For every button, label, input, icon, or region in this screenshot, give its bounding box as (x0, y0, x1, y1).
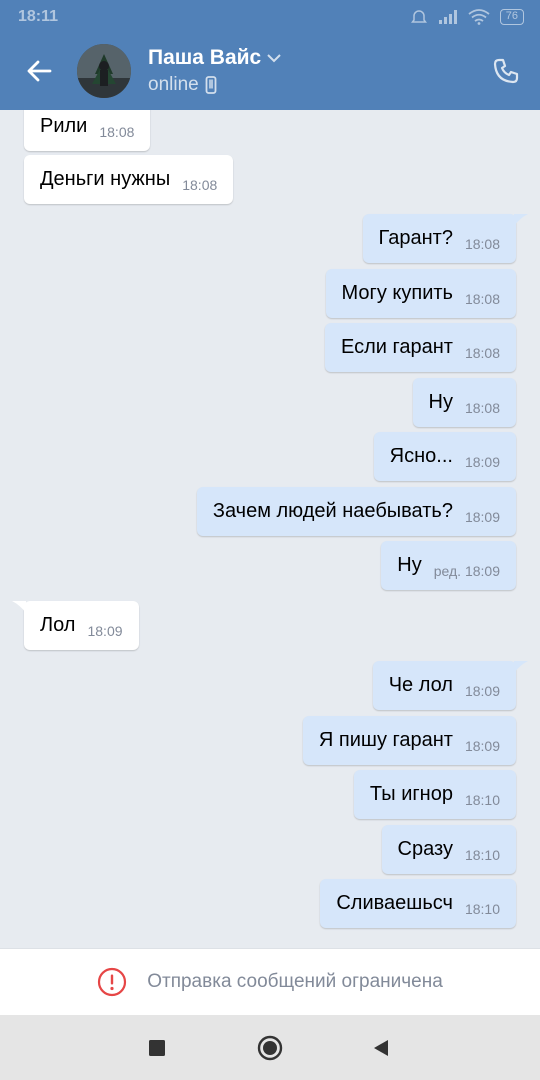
battery-indicator: 76 (499, 9, 524, 25)
message-time: 18:10 (464, 846, 500, 863)
home-button[interactable] (255, 1033, 285, 1063)
message-out[interactable]: Ясно... 18:09 (373, 432, 516, 481)
message-time: 18:08 (464, 344, 500, 361)
message-text: Ну (397, 554, 422, 576)
alarm-icon (410, 10, 427, 23)
wifi-icon (468, 9, 490, 25)
message-time: 18:09 (464, 737, 500, 754)
status-row: online (148, 74, 217, 96)
message-time: 18:09 (464, 453, 500, 470)
message-out[interactable]: Если гарант 18:08 (325, 323, 516, 372)
back-triangle-icon (374, 1040, 388, 1056)
contact-name-row[interactable]: Паша Вайс (148, 46, 281, 70)
message-text: Зачем людей наебывать? (212, 500, 453, 522)
message-text: Сливаешьсч (336, 892, 453, 914)
message-time: 18:08 (99, 123, 135, 140)
message-text: Лол (40, 614, 76, 636)
message-out[interactable]: Сразу 18:10 (381, 825, 516, 874)
system-back-button[interactable] (366, 1033, 396, 1063)
phone-icon (493, 58, 519, 84)
chat-header: 18:11 76 Паша Вайс online (0, 0, 540, 110)
message-text: Сразу (397, 838, 453, 860)
message-in[interactable]: Лол 18:09 (12, 601, 139, 650)
message-out[interactable]: Ты игнор 18:10 (353, 770, 516, 819)
bubble-tail (514, 661, 528, 673)
system-navbar (0, 1015, 540, 1080)
message-time: 18:10 (464, 791, 500, 808)
home-icon (257, 1035, 283, 1061)
back-button[interactable] (22, 54, 56, 88)
message-text: Деньги нужны (40, 168, 171, 190)
message-out[interactable]: Сливаешьсч 18:10 (320, 879, 516, 928)
bubble-tail (514, 214, 528, 226)
message-time: 18:08 (464, 399, 500, 416)
message-out[interactable]: Зачем людей наебывать? 18:09 (196, 487, 516, 536)
status-bar: 18:11 76 (0, 0, 540, 34)
message-time: 18:08 (464, 235, 500, 252)
status-time: 18:11 (18, 8, 59, 25)
mobile-device-icon (205, 76, 217, 94)
message-text: Я пишу гарант (318, 729, 453, 751)
messaging-restricted-banner: Отправка сообщений ограничена (0, 948, 540, 1015)
restriction-text: Отправка сообщений ограничена (147, 971, 443, 992)
chevron-down-icon (267, 54, 281, 63)
message-time: 18:08 (464, 290, 500, 307)
message-text: Если гарант (341, 336, 453, 358)
message-text: Рили (40, 115, 88, 137)
message-time: ред. 18:09 (433, 562, 500, 579)
recent-apps-icon (149, 1040, 165, 1056)
message-time: 18:08 (182, 176, 218, 193)
message-text: Ты игнор (369, 783, 453, 805)
message-text: Гарант? (378, 227, 453, 249)
alert-circle-icon (98, 967, 127, 997)
message-out[interactable]: Ну ред. 18:09 (381, 541, 516, 590)
contact-status: online (148, 74, 199, 95)
message-out[interactable]: Я пишу гарант 18:09 (302, 716, 516, 765)
message-time: 18:10 (464, 900, 500, 917)
message-time: 18:09 (464, 682, 500, 699)
contact-name: Паша Вайс (148, 46, 262, 69)
message-out[interactable]: Ну 18:08 (412, 378, 516, 427)
message-in[interactable]: Деньги нужны 18:08 (24, 155, 234, 204)
message-text: Ну (428, 391, 453, 413)
avatar-image (77, 44, 131, 98)
message-time: 18:09 (87, 622, 123, 639)
message-text: Че лол (388, 674, 453, 696)
recent-apps-button[interactable] (142, 1033, 172, 1063)
message-out[interactable]: Че лол 18:09 (372, 661, 528, 710)
avatar[interactable] (77, 44, 131, 98)
signal-icon (438, 10, 457, 24)
message-text: Ясно... (389, 445, 453, 467)
message-list[interactable]: Рили 18:08 Деньги нужны 18:08 Гарант? 18… (0, 110, 540, 948)
bubble-tail (12, 601, 26, 613)
status-icons: 76 (410, 8, 524, 26)
message-in[interactable]: Рили 18:08 (24, 110, 151, 151)
arrow-left-icon (27, 60, 52, 82)
message-time: 18:09 (464, 508, 500, 525)
call-button[interactable] (492, 57, 520, 85)
message-out[interactable]: Гарант? 18:08 (362, 214, 528, 263)
message-out[interactable]: Могу купить 18:08 (325, 269, 516, 318)
message-text: Могу купить (341, 282, 453, 304)
